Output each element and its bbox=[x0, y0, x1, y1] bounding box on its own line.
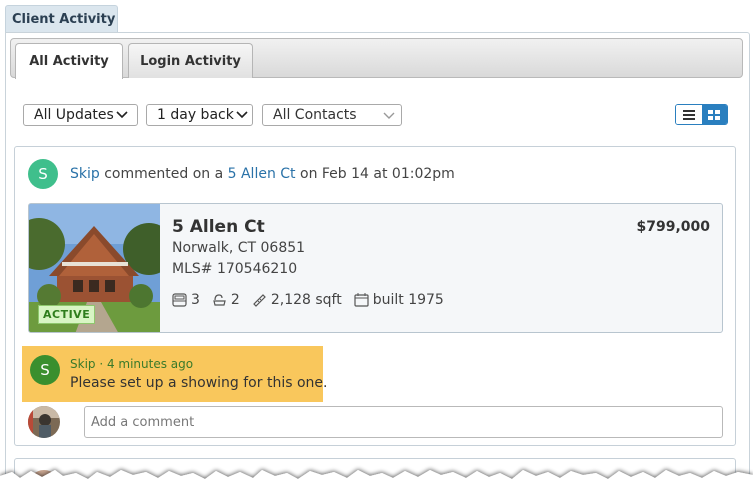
bed-icon bbox=[172, 293, 187, 307]
tab-login-activity[interactable]: Login Activity bbox=[128, 43, 253, 78]
listing-city: Norwalk, CT 06851 bbox=[172, 240, 306, 256]
built-year: built 1975 bbox=[372, 292, 444, 308]
grid-view-button[interactable] bbox=[701, 105, 727, 124]
activity-summary: Skip commented on a 5 Allen Ct on Feb 14… bbox=[70, 166, 455, 182]
chevron-down-icon bbox=[116, 107, 128, 123]
period-filter-select[interactable]: 1 day back bbox=[146, 104, 253, 126]
comment-meta: Skip · 4 minutes ago bbox=[70, 357, 194, 371]
avatar bbox=[28, 406, 60, 438]
contacts-filter-select[interactable]: All Contacts bbox=[262, 104, 402, 126]
listing-mls: MLS# 170546210 bbox=[172, 261, 298, 277]
baths-count: 2 bbox=[230, 292, 240, 308]
beds-count: 3 bbox=[191, 292, 200, 308]
comment-item: S Skip · 4 minutes ago Please set up a s… bbox=[22, 346, 327, 402]
tab-bar: All Activity Login Activity bbox=[10, 38, 743, 79]
beds-feature: 3 bbox=[172, 292, 200, 308]
ruler-icon bbox=[252, 294, 266, 307]
chevron-down-icon bbox=[383, 108, 395, 124]
comment-text: Please set up a showing for this one. bbox=[70, 375, 328, 391]
built-feature: built 1975 bbox=[354, 292, 444, 308]
property-link[interactable]: 5 Allen Ct bbox=[228, 166, 296, 182]
updates-filter-value: All Updates bbox=[34, 107, 114, 123]
updates-filter-select[interactable]: All Updates bbox=[23, 104, 138, 126]
tab-all-activity[interactable]: All Activity bbox=[15, 43, 123, 79]
sqft-value: 2,128 sqft bbox=[270, 292, 342, 308]
bath-icon bbox=[213, 294, 226, 306]
list-icon bbox=[682, 109, 695, 120]
avatar: S bbox=[30, 355, 60, 385]
listing-price: $799,000 bbox=[636, 219, 710, 235]
torn-edge bbox=[0, 470, 753, 496]
listing-features: 3 2 2,128 sqft built 1975 bbox=[172, 292, 456, 308]
list-view-button[interactable] bbox=[676, 105, 702, 124]
activity-action: commented on a bbox=[104, 166, 224, 182]
sqft-feature: 2,128 sqft bbox=[252, 292, 342, 308]
activity-date: on Feb 14 at 01:02pm bbox=[300, 166, 455, 182]
contacts-filter-value: All Contacts bbox=[273, 107, 357, 123]
calendar-icon bbox=[354, 293, 369, 307]
period-filter-value: 1 day back bbox=[157, 107, 234, 123]
baths-feature: 2 bbox=[212, 292, 240, 308]
grid-icon bbox=[708, 109, 721, 120]
listing-photo[interactable]: ACTIVE bbox=[29, 204, 160, 332]
user-link[interactable]: Skip bbox=[70, 166, 100, 182]
panel-title: Client Activity bbox=[5, 5, 118, 33]
comment-input[interactable] bbox=[84, 406, 723, 438]
listing-address: 5 Allen Ct bbox=[172, 217, 265, 237]
view-toggle bbox=[675, 104, 728, 125]
listing-card[interactable]: ACTIVE 5 Allen Ct Norwalk, CT 06851 MLS#… bbox=[28, 203, 723, 333]
avatar: S bbox=[28, 159, 58, 189]
status-badge: ACTIVE bbox=[38, 305, 96, 324]
chevron-down-icon bbox=[236, 107, 248, 123]
